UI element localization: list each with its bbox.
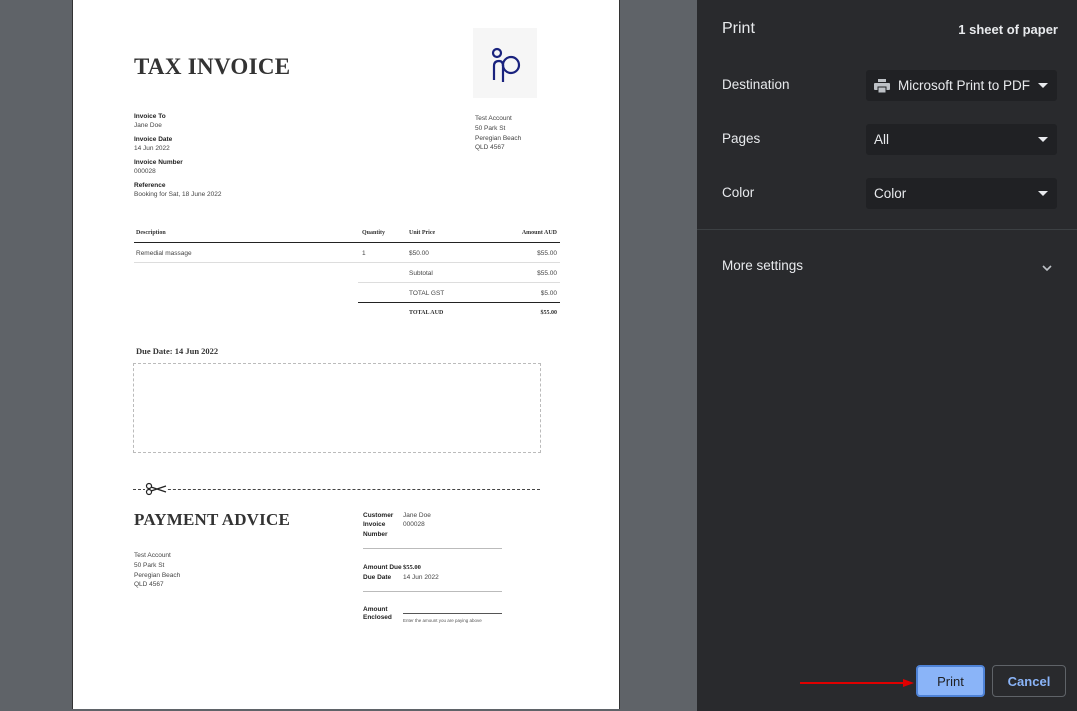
invoice-to-block: Invoice To Jane Doe — [134, 113, 166, 130]
col-amount: Amount AUD — [521, 230, 557, 236]
reference-label: Reference — [134, 182, 166, 189]
table-row: Remedial massage 1 $50.00 $55.00 — [134, 243, 560, 263]
more-settings-label: More settings — [722, 258, 804, 273]
customer-value: Jane Doe — [403, 512, 431, 519]
enclosed-label: Enclosed — [363, 614, 392, 621]
invoice-to-value: Jane Doe — [134, 121, 162, 129]
col-unit-price: Unit Price — [409, 230, 436, 236]
pages-label: Pages — [722, 131, 761, 146]
address-line: Peregian Beach — [475, 134, 522, 142]
gst-row: TOTAL GST $5.00 — [358, 283, 560, 303]
invoice-number-value: 000028 — [134, 167, 156, 175]
amount-enclosed-line — [403, 613, 502, 614]
address-line: QLD 4567 — [134, 581, 164, 589]
color-value: Color — [874, 186, 907, 201]
address-line: Peregian Beach — [134, 571, 181, 579]
chevron-down-icon — [1041, 260, 1053, 278]
print-preview-area: TAX INVOICE Invoice To Jane Doe Invoice … — [0, 0, 697, 711]
number-label: Number — [363, 531, 388, 538]
printer-icon — [874, 78, 890, 93]
pages-value: All — [874, 132, 890, 147]
scissors-icon — [145, 482, 167, 496]
color-label: Color — [722, 185, 755, 200]
total-row: TOTAL AUD $55.00 — [358, 303, 560, 322]
pa-due-date-value: 14 Jun 2022 — [403, 574, 439, 581]
address-line: 50 Park St — [134, 561, 165, 569]
invoice-date-value: 14 Jun 2022 — [134, 144, 170, 152]
subtotal-value: $55.00 — [537, 270, 557, 277]
print-settings-panel: Print 1 sheet of paper Destination Micro… — [697, 0, 1077, 711]
invoice-number-label: Invoice Number — [134, 159, 183, 166]
amount-due-label: Amount Due — [363, 564, 402, 571]
invoice-title: TAX INVOICE — [134, 54, 291, 79]
print-title: Print — [722, 20, 755, 37]
chevron-down-icon — [1038, 83, 1048, 88]
invoice-number-block: Invoice Number 000028 — [134, 159, 183, 176]
destination-value: Microsoft Print to PDF — [898, 78, 1031, 93]
row-description: Remedial massage — [136, 250, 192, 257]
destination-label: Destination — [722, 77, 790, 92]
invoice-to-label: Invoice To — [134, 113, 166, 120]
row-unit-price: $50.00 — [409, 250, 429, 257]
amount-due-value: $55.00 — [403, 564, 421, 571]
address-line: Test Account — [475, 115, 512, 122]
table-header: Description Quantity Unit Price Amount A… — [134, 228, 560, 243]
pages-select[interactable]: All — [866, 124, 1057, 155]
total-label: TOTAL AUD — [409, 310, 444, 316]
gst-label: TOTAL GST — [409, 290, 445, 297]
col-quantity: Quantity — [362, 230, 386, 236]
amount-enclosed-hint: Enter the amount you are paying above — [403, 618, 482, 623]
address-line: QLD 4567 — [475, 144, 505, 152]
invoice-date-block: Invoice Date 14 Jun 2022 — [134, 136, 172, 153]
cut-line — [133, 489, 540, 490]
divider — [363, 548, 502, 549]
subtotal-label: Subtotal — [409, 270, 433, 277]
invoice-page: TAX INVOICE Invoice To Jane Doe Invoice … — [72, 0, 620, 709]
due-date: Due Date: 14 Jun 2022 — [136, 346, 219, 356]
pa-invoice-number-value: 000028 — [403, 521, 425, 528]
destination-select[interactable]: Microsoft Print to PDF — [866, 70, 1057, 101]
customer-label: Customer — [363, 512, 394, 519]
reference-block: Reference Booking for Sat, 18 June 2022 — [134, 182, 221, 199]
address-line: 50 Park St — [475, 124, 506, 132]
invoice-date-label: Invoice Date — [134, 136, 173, 143]
row-amount: $55.00 — [537, 250, 557, 257]
reference-value: Booking for Sat, 18 June 2022 — [134, 190, 222, 198]
payment-address: Test Account 50 Park St Peregian Beach Q… — [134, 551, 180, 590]
logo — [473, 28, 537, 98]
pa-due-date-label: Due Date — [363, 574, 392, 581]
sheet-count: 1 sheet of paper — [958, 22, 1058, 37]
row-quantity: 1 — [362, 250, 366, 257]
notes-box — [133, 363, 541, 453]
line-items-table: Description Quantity Unit Price Amount A… — [134, 228, 560, 322]
logo-icon — [491, 47, 521, 82]
total-value: $55.00 — [540, 310, 558, 316]
print-button[interactable]: Print — [916, 665, 985, 697]
more-settings-toggle[interactable]: More settings — [697, 250, 1077, 282]
invoice-label: Invoice — [363, 521, 386, 528]
panel-divider — [697, 229, 1077, 230]
cancel-button[interactable]: Cancel — [992, 665, 1066, 697]
subtotal-row: Subtotal $55.00 — [358, 263, 560, 283]
chevron-down-icon — [1038, 191, 1048, 196]
annotation-arrow — [800, 679, 914, 687]
divider — [363, 591, 502, 592]
color-select[interactable]: Color — [866, 178, 1057, 209]
col-description: Description — [136, 230, 166, 236]
payment-advice-title: PAYMENT ADVICE — [134, 510, 290, 529]
address-line: Test Account — [134, 552, 171, 559]
from-address: Test Account 50 Park St Peregian Beach Q… — [475, 114, 521, 153]
gst-value: $5.00 — [540, 290, 557, 297]
chevron-down-icon — [1038, 137, 1048, 142]
